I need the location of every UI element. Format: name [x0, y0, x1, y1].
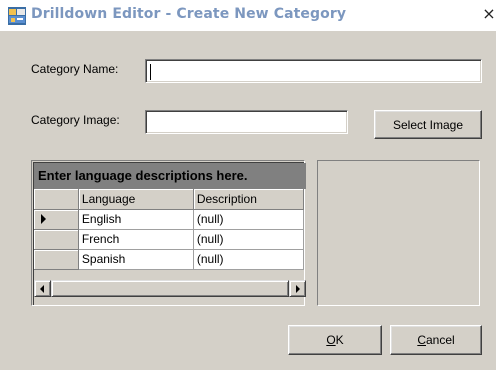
table-row[interactable]: English (null)	[34, 209, 305, 230]
title-bar[interactable]: Drilldown Editor - Create New Category ×	[0, 0, 496, 31]
category-image-label: Category Image:	[31, 113, 120, 127]
table-header-row: Language Description	[34, 189, 305, 210]
category-image-input[interactable]	[145, 110, 348, 134]
column-header-description[interactable]: Description	[193, 189, 305, 210]
category-name-label: Category Name:	[31, 62, 119, 76]
ok-button[interactable]: OK	[288, 325, 382, 355]
table-row[interactable]: Spanish (null)	[34, 249, 305, 270]
row-selector[interactable]	[34, 229, 79, 250]
category-name-input[interactable]	[145, 59, 482, 83]
description-cell[interactable]: (null)	[193, 249, 305, 270]
row-selector[interactable]	[34, 209, 79, 230]
drilldown-editor-dialog: Drilldown Editor - Create New Category ×…	[0, 0, 496, 370]
description-cell[interactable]: (null)	[193, 209, 305, 230]
cancel-accelerator: C	[417, 333, 426, 347]
scroll-right-button[interactable]	[289, 280, 306, 297]
select-image-button[interactable]: Select Image	[374, 110, 482, 139]
category-image-preview	[317, 160, 480, 306]
cancel-button[interactable]: Cancel	[390, 325, 482, 355]
language-cell[interactable]: English	[78, 209, 194, 230]
language-cell[interactable]: French	[78, 229, 194, 250]
grid-caption: Enter language descriptions here.	[34, 163, 306, 189]
window-title: Drilldown Editor - Create New Category	[31, 6, 347, 22]
cancel-label-rest: ancel	[425, 333, 455, 347]
horizontal-scrollbar[interactable]	[34, 280, 306, 297]
language-table: Language Description English (null) Fren…	[34, 189, 305, 270]
ok-label-rest: K	[335, 333, 344, 347]
description-cell[interactable]: (null)	[193, 229, 305, 250]
language-cell[interactable]: Spanish	[78, 249, 194, 270]
scrollbar-thumb[interactable]	[51, 280, 289, 297]
current-row-arrow-icon	[41, 214, 46, 224]
close-icon[interactable]: ×	[482, 5, 496, 23]
table-row[interactable]: French (null)	[34, 229, 305, 250]
app-icon	[8, 7, 26, 25]
ok-accelerator: O	[326, 333, 336, 347]
row-header-corner	[34, 189, 79, 210]
scroll-left-button[interactable]	[34, 280, 51, 297]
text-caret	[150, 64, 151, 80]
row-selector[interactable]	[34, 249, 79, 270]
grid-body: Enter language descriptions here. Langua…	[33, 162, 306, 305]
scroll-right-icon	[296, 285, 300, 293]
column-header-language[interactable]: Language	[78, 189, 194, 210]
scroll-left-icon	[40, 285, 44, 293]
language-descriptions-grid[interactable]: Enter language descriptions here. Langua…	[31, 160, 306, 306]
